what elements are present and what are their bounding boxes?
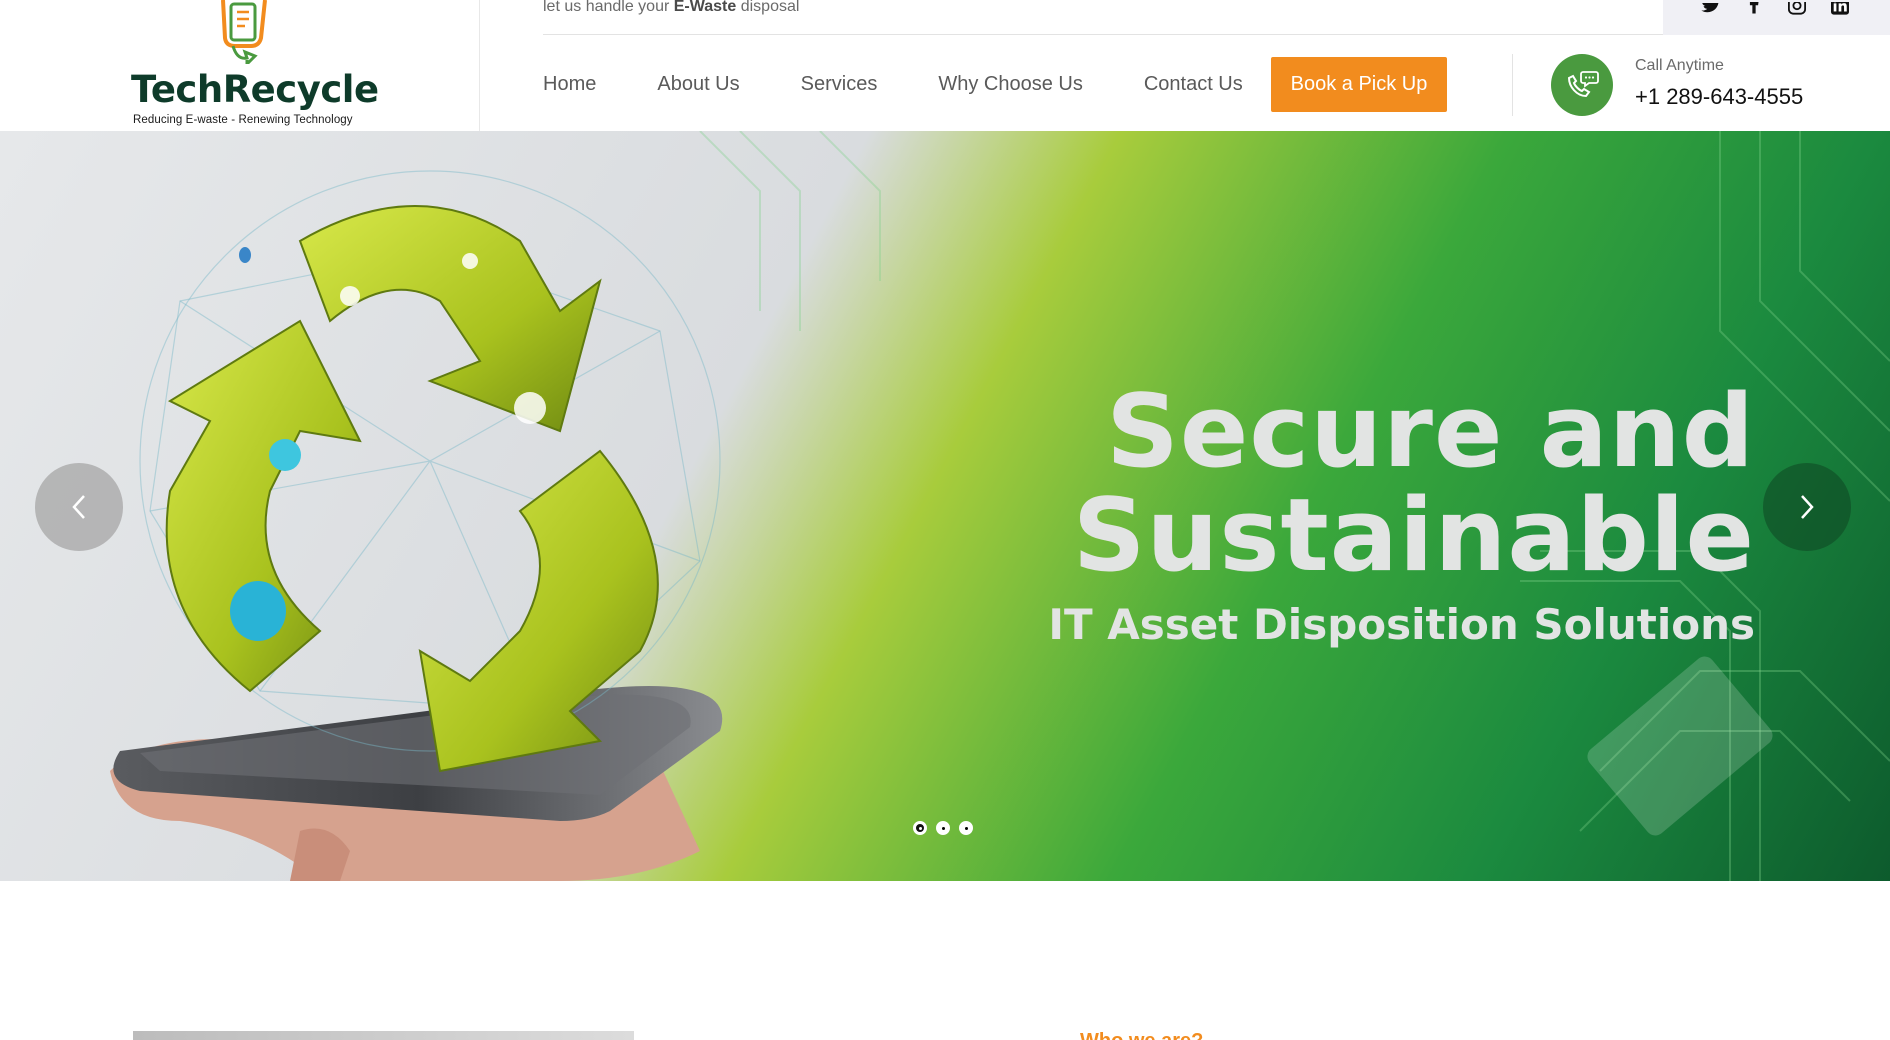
- about-section-kicker: Who we are?: [1080, 1030, 1203, 1040]
- logo-tagline: Reducing E-waste - Renewing Technology: [133, 114, 353, 126]
- hero-headline: Secure and Sustainable IT Asset Disposit…: [1048, 381, 1755, 655]
- hero-slider: Secure and Sustainable IT Asset Disposit…: [0, 131, 1890, 881]
- recycle-device-logo-icon: [221, 0, 267, 64]
- nav-about-us[interactable]: About Us: [657, 73, 739, 96]
- slider-prev-button[interactable]: [35, 463, 123, 551]
- topbar-text-start: let us handle your: [543, 0, 674, 15]
- slider-dot-3[interactable]: [959, 821, 973, 835]
- topbar-text-end: disposal: [736, 0, 800, 15]
- call-phone-number[interactable]: +1 289-643-4555: [1635, 84, 1803, 110]
- about-section-image: [133, 1031, 634, 1040]
- linkedin-icon[interactable]: [1829, 0, 1851, 22]
- main-nav: Home About Us Services Why Choose Us Con…: [543, 57, 1304, 112]
- chevron-left-icon: [72, 495, 85, 519]
- slider-pagination: [913, 821, 973, 835]
- slider-dot-2[interactable]: [936, 821, 950, 835]
- site-header: TechRecycle Reducing E-waste - Renewing …: [0, 0, 1890, 131]
- slider-next-button[interactable]: [1763, 463, 1851, 551]
- logo-link[interactable]: TechRecycle Reducing E-waste - Renewing …: [0, 0, 480, 131]
- facebook-icon[interactable]: [1743, 0, 1765, 22]
- phone-chat-icon[interactable]: [1551, 54, 1613, 116]
- nav-home[interactable]: Home: [543, 73, 596, 96]
- header-divider: [1512, 54, 1513, 116]
- hero-subtitle: IT Asset Disposition Solutions: [1048, 600, 1755, 649]
- nav-contact-us[interactable]: Contact Us: [1144, 73, 1243, 96]
- call-label: Call Anytime: [1635, 57, 1724, 74]
- slider-dot-1[interactable]: [913, 821, 927, 835]
- nav-why-choose-us[interactable]: Why Choose Us: [938, 73, 1083, 96]
- logo-wordmark: TechRecycle: [131, 68, 379, 111]
- top-info-bar: let us handle your E-Waste disposal: [543, 0, 1663, 35]
- hero-title-line-2: Sustainable: [1072, 476, 1755, 594]
- instagram-icon[interactable]: [1786, 0, 1808, 22]
- hero-title-line-1: Secure and: [1106, 372, 1755, 490]
- chevron-right-icon: [1801, 495, 1814, 519]
- twitter-icon[interactable]: [1700, 0, 1722, 22]
- topbar-message: let us handle your E-Waste disposal: [543, 0, 799, 16]
- book-pickup-button[interactable]: Book a Pick Up: [1271, 57, 1447, 112]
- nav-services[interactable]: Services: [801, 73, 878, 96]
- topbar-text-bold: E-Waste: [673, 0, 737, 15]
- social-links: [1663, 0, 1890, 35]
